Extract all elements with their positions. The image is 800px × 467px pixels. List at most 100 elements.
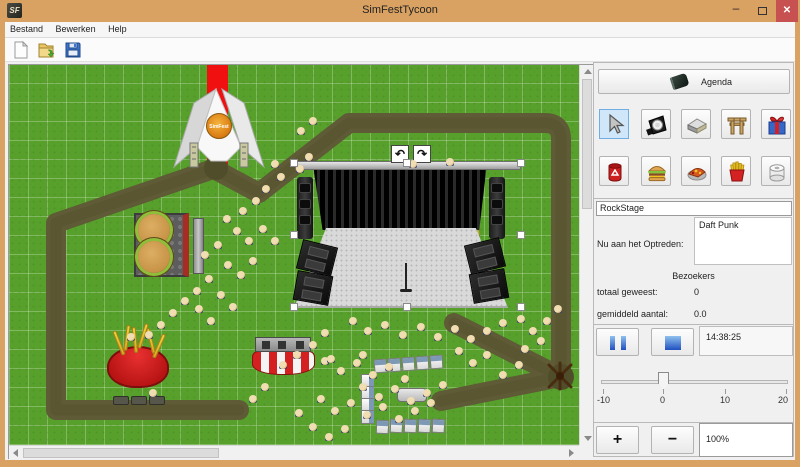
stop-button[interactable] [651,328,694,356]
vertical-scroll-thumb[interactable] [582,79,592,209]
visitor [305,153,313,161]
stage-icon [685,113,709,137]
tool-fries-button[interactable] [721,156,751,186]
tool-stage-button[interactable] [681,109,711,139]
tool-trash-button[interactable] [599,156,629,186]
pizza-icon [685,160,709,184]
stage-name-input[interactable]: RockStage [596,201,792,216]
zoom-level-field[interactable]: 100% [699,423,793,457]
zoom-out-button[interactable]: − [651,426,694,454]
menu-bewerken[interactable]: Bewerken [51,22,101,34]
visitor [407,397,415,405]
horizontal-scroll-thumb[interactable] [23,448,219,458]
tool-gate-button[interactable] [721,109,751,139]
new-file-icon [11,40,31,60]
clock-display: 14:38:25 [699,326,793,356]
menu-help[interactable]: Help [103,22,132,34]
visitor [157,321,165,329]
maximize-button[interactable] [750,0,774,22]
selection-handle[interactable] [517,159,525,167]
visitor [321,329,329,337]
cursor-icon [603,113,627,137]
selection-handle[interactable] [403,159,411,167]
gate-icon [725,113,749,137]
visitor [517,315,525,323]
selection-handle[interactable] [290,231,298,239]
visitor [195,305,203,313]
visitor [223,215,231,223]
tool-toilet-paper-button[interactable] [761,156,791,186]
menu-bestand[interactable]: Bestand [5,22,48,34]
visitor [193,287,201,295]
visitor [529,327,537,335]
pause-button[interactable] [596,328,639,356]
stage-light-rig-left [297,177,313,239]
visitor [331,407,339,415]
selection-handle[interactable] [403,303,411,311]
visitor [401,375,409,383]
map-vertical-scrollbar[interactable] [579,65,593,445]
portable-toilet [416,356,430,371]
speed-slider-track[interactable] [601,380,788,384]
visitor [297,127,305,135]
stage-light-rig-right [489,177,505,239]
open-file-button[interactable] [37,40,59,60]
agenda-button[interactable]: Agenda [598,69,790,94]
scroll-up-icon[interactable] [584,69,592,74]
selection-handle[interactable] [517,231,525,239]
bench[interactable] [131,396,147,405]
selection-handle[interactable] [290,159,298,167]
zoom-in-button[interactable]: + [596,426,639,454]
scrollbar-corner [579,445,593,459]
speed-slider-thumb[interactable] [658,372,669,390]
trash-can-icon [603,160,627,184]
tool-spotlight-button[interactable] [641,109,671,139]
visitor [217,291,225,299]
tool-select-button[interactable] [599,109,629,139]
scroll-left-icon[interactable] [13,449,18,457]
agenda-book-icon [669,73,689,91]
save-file-button[interactable] [63,40,85,60]
close-button[interactable]: ✕ [776,0,798,22]
visitor [325,433,333,441]
toolbar [5,38,795,62]
dead-tree [545,361,575,391]
visitor [249,395,257,403]
visitor [309,341,317,349]
visitor [337,367,345,375]
visitor [327,355,335,363]
stage-curtain [312,170,488,230]
minimize-button[interactable]: – [724,0,748,22]
visitor [149,389,157,397]
visitor [399,331,407,339]
titlebar[interactable]: SF SimFestTycoon – ✕ [0,0,800,22]
visitor [309,423,317,431]
festival-map[interactable]: ↶ ↷ [9,65,579,445]
new-file-button[interactable] [11,40,33,60]
burger-roof [138,241,170,273]
map-horizontal-scrollbar[interactable] [9,445,579,459]
tool-pizza-button[interactable] [681,156,711,186]
visitor [293,351,301,359]
selection-handle[interactable] [290,303,298,311]
slider-tick--10: -10 [597,395,610,405]
scroll-down-icon[interactable] [584,436,592,441]
scroll-right-icon[interactable] [569,449,574,457]
now-performing-list[interactable]: Daft Punk [694,217,792,265]
visitor [537,337,545,345]
bench[interactable] [193,218,204,274]
visitor [233,227,241,235]
bench[interactable] [113,396,129,405]
visitor [375,393,383,401]
visitor [554,305,562,313]
bench[interactable] [149,396,165,405]
visitor [262,185,270,193]
visitor [181,297,189,305]
tool-burger-button[interactable] [641,156,671,186]
open-file-icon [37,40,57,60]
gift-icon [765,113,789,137]
tool-gift-button[interactable] [761,109,791,139]
visitor [385,363,393,371]
selection-handle[interactable] [517,303,525,311]
visitor [483,351,491,359]
